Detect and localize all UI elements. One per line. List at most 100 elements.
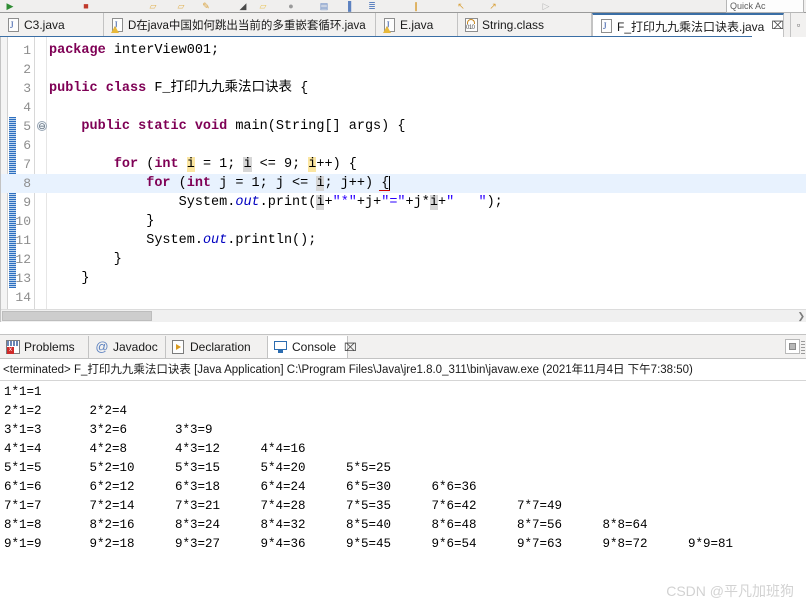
bottom-tab-declaration[interactable]: Declaration xyxy=(166,336,268,358)
bottom-tab-label: Console xyxy=(292,340,337,354)
console-cell: 9*6=54 xyxy=(431,537,477,551)
console-cell: 5*1=5 xyxy=(4,461,42,475)
code-line[interactable]: 1 package interView001; xyxy=(1,41,806,60)
code-text: } xyxy=(49,271,90,286)
javadoc-icon: @ xyxy=(95,339,109,354)
console-icon xyxy=(274,340,288,354)
console-cell: 8*8=64 xyxy=(602,518,648,532)
outline-icon[interactable]: ≣ xyxy=(366,1,378,12)
console-cell: 4*3=12 xyxy=(175,442,221,456)
tab-overflow-button[interactable]: ▫ xyxy=(790,13,806,37)
console-cell: 6*2=12 xyxy=(89,480,135,494)
line-number: 9 xyxy=(23,195,31,210)
line-number: 10 xyxy=(15,214,31,229)
editor-horizontal-scrollbar[interactable]: ❯ xyxy=(1,309,806,322)
line-number: 5 xyxy=(23,119,31,134)
console-cell: 9*8=72 xyxy=(602,537,648,551)
editor-tab-3[interactable]: J E.java xyxy=(376,13,458,37)
scrollbar-thumb[interactable] xyxy=(2,311,152,321)
debug-icon[interactable]: ■ xyxy=(80,1,92,12)
bottom-tab-strip: x Problems @ Javadoc Declaration Console ⌧ xyxy=(0,335,806,358)
columns-icon[interactable]: ▐ xyxy=(342,1,354,12)
circle-icon[interactable]: ● xyxy=(285,1,297,12)
console-cell: 8*7=56 xyxy=(517,518,563,532)
open-folder-icon[interactable]: ▱ xyxy=(147,1,159,12)
code-line[interactable]: 8 for (int j = 1; j <= i; j++) { xyxy=(1,174,806,193)
line-number: 6 xyxy=(23,138,31,153)
close-icon[interactable]: ⌧ xyxy=(344,341,357,354)
code-text: } xyxy=(49,214,155,229)
code-text: } xyxy=(49,252,122,267)
code-line[interactable]: 12 } xyxy=(1,250,806,269)
line-number: 7 xyxy=(23,157,31,172)
line-number: 11 xyxy=(15,233,31,248)
next-icon[interactable]: ▷ xyxy=(540,1,552,12)
editor-tab-label: C3.java xyxy=(24,18,65,32)
line-number: 1 xyxy=(23,43,31,58)
console-cell: 1*1=1 xyxy=(4,385,42,399)
edit-icon[interactable]: ✎ xyxy=(200,1,212,12)
bottom-tab-problems[interactable]: x Problems xyxy=(0,336,89,358)
quick-access-box[interactable]: Quick Ac xyxy=(726,0,804,13)
code-line[interactable]: 6 xyxy=(1,136,806,155)
editor-tab-label: F_打印九九乘法口诀表.java xyxy=(617,19,765,34)
code-line[interactable]: 7 for (int i = 1; i <= 9; i++) { xyxy=(1,155,806,174)
code-line[interactable]: 2 xyxy=(1,60,806,79)
console-cell: 3*2=6 xyxy=(89,423,128,437)
line-number: 13 xyxy=(15,271,31,286)
console-cell: 9*5=45 xyxy=(346,537,392,551)
code-fold-toggle-icon[interactable]: ⊖ xyxy=(37,121,47,131)
code-text: public class F_打印九九乘法口诀表 { xyxy=(49,81,309,96)
java-file-warning-icon: J xyxy=(383,18,396,33)
console-cell: 9*3=27 xyxy=(175,537,221,551)
scroll-right-arrow[interactable]: ❯ xyxy=(797,310,805,322)
marker-icon[interactable]: ◢ xyxy=(237,1,249,12)
bottom-tab-console[interactable]: Console ⌧ xyxy=(268,336,357,358)
console-cell: 4*4=16 xyxy=(260,442,306,456)
editor-tab-label: D在java中国如何跳出当前的多重嵌套循环.java xyxy=(128,20,366,32)
forward-arrow-icon[interactable]: ↗ xyxy=(487,1,499,12)
editor-tab-label: String.class xyxy=(482,18,545,32)
code-line[interactable]: 5 public static void main(String[] args)… xyxy=(1,117,806,136)
bookmark-icon[interactable]: ❙ xyxy=(410,1,422,12)
editor-tab-2[interactable]: J D在java中国如何跳出当前的多重嵌套循环.java xyxy=(104,13,376,37)
code-line[interactable]: 14 xyxy=(1,288,806,307)
editor-tab-1[interactable]: J C3.java xyxy=(0,13,104,37)
watermark: CSDN @平凡加班狗 xyxy=(666,583,794,599)
quick-access-label: Quick Ac xyxy=(730,1,766,11)
console-header-separator xyxy=(0,380,806,381)
code-text: for (int i = 1; i <= 9; i++) { xyxy=(113,157,357,172)
new-folder-icon[interactable]: ▱ xyxy=(175,1,187,12)
console-cell: 5*2=10 xyxy=(89,461,135,475)
line-number: 4 xyxy=(23,100,31,115)
terminate-button[interactable] xyxy=(785,339,800,354)
run-icon[interactable]: ▶ xyxy=(4,1,16,12)
console-cell: 8*5=40 xyxy=(346,518,392,532)
console-cell: 6*4=24 xyxy=(260,480,306,494)
console-output-area[interactable]: <terminated> F_打印九九乘法口诀表 [Java Applicati… xyxy=(0,358,806,610)
view-icon[interactable]: ▤ xyxy=(318,1,330,12)
console-cell: 5*5=25 xyxy=(346,461,392,475)
close-icon[interactable]: ⌧ xyxy=(771,20,783,32)
console-toolbar-handle[interactable] xyxy=(801,339,805,354)
console-cell: 8*3=24 xyxy=(175,518,221,532)
code-line[interactable]: 4 xyxy=(1,98,806,117)
editor-tab-4[interactable]: 010 String.class xyxy=(458,13,592,37)
java-file-icon: J xyxy=(600,19,613,33)
bottom-tab-javadoc[interactable]: @ Javadoc xyxy=(89,336,166,358)
code-line[interactable]: 9 System.out.print(i+"*"+j+"="+j*i+" "); xyxy=(1,193,806,212)
code-line[interactable]: 13 } xyxy=(1,269,806,288)
back-arrow-icon[interactable]: ↖ xyxy=(455,1,467,12)
highlight-icon[interactable]: ▱ xyxy=(257,1,269,12)
editor-tab-5[interactable]: J F_打印九九乘法口诀表.java ⌧ xyxy=(592,13,784,37)
code-line[interactable]: 3 public class F_打印九九乘法口诀表 { xyxy=(1,79,806,98)
console-cell: 7*4=28 xyxy=(260,499,306,513)
console-cell: 8*4=32 xyxy=(260,518,306,532)
console-cell: 7*6=42 xyxy=(431,499,477,513)
java-file-icon: J xyxy=(7,18,20,32)
console-cell: 7*3=21 xyxy=(175,499,221,513)
code-line[interactable]: 10 } xyxy=(1,212,806,231)
code-editor[interactable]: 1 package interView001; 2 3 public class F_打… xyxy=(0,37,806,322)
code-line[interactable]: 11 System.out.println(); xyxy=(1,231,806,250)
console-cell: 3*3=9 xyxy=(175,423,213,437)
